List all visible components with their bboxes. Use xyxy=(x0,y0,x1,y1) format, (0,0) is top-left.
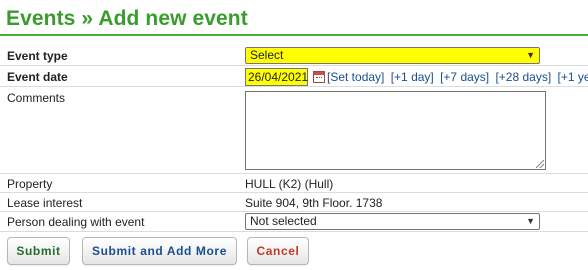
cancel-button[interactable]: Cancel xyxy=(247,237,309,265)
event-date-label: Event date xyxy=(7,70,68,84)
event-date-input[interactable]: 26/04/2021 xyxy=(245,68,308,86)
property-row: Property HULL (K2) (Hull) xyxy=(0,174,588,193)
plus-7-days-link[interactable]: [+7 days] xyxy=(440,70,489,84)
property-label: Property xyxy=(7,177,53,191)
lease-interest-row: Lease interest Suite 904, 9th Floor. 173… xyxy=(0,193,588,212)
property-value: HULL (K2) (Hull) xyxy=(245,177,334,191)
lease-interest-value: Suite 904, 9th Floor. 1738 xyxy=(245,196,383,210)
event-type-select[interactable]: Select ▼ xyxy=(245,47,540,64)
person-value: Not selected xyxy=(250,214,317,228)
chevron-down-icon: ▼ xyxy=(526,50,535,60)
event-type-value: Select xyxy=(250,48,284,62)
event-type-row: Event type Select ▼ xyxy=(0,45,588,66)
comments-label: Comments xyxy=(7,91,66,105)
calendar-icon[interactable] xyxy=(313,71,325,83)
resize-grip-icon[interactable] xyxy=(536,160,544,168)
submit-button[interactable]: Submit xyxy=(7,237,70,265)
add-event-page: Events » Add new event Event type Select… xyxy=(0,0,588,270)
plus-1-year-link[interactable]: [+1 year] xyxy=(558,70,588,84)
comments-textarea[interactable] xyxy=(245,91,546,170)
plus-1-day-link[interactable]: [+1 day] xyxy=(391,70,434,84)
title-divider xyxy=(0,34,588,36)
submit-and-add-more-button[interactable]: Submit and Add More xyxy=(82,237,237,265)
date-shortcut-links: [Set today] [+1 day] [+7 days] [+28 days… xyxy=(327,70,588,84)
page-title: Events » Add new event xyxy=(6,7,248,30)
person-label: Person dealing with event xyxy=(7,215,145,229)
person-row: Person dealing with event Not selected ▼ xyxy=(0,212,588,232)
set-today-link[interactable]: [Set today] xyxy=(327,70,384,84)
event-date-row: Event date 26/04/2021 [Set today] [+1 da… xyxy=(0,66,588,87)
lease-interest-label: Lease interest xyxy=(7,196,83,210)
event-type-label: Event type xyxy=(7,49,68,63)
plus-28-days-link[interactable]: [+28 days] xyxy=(495,70,551,84)
person-select[interactable]: Not selected ▼ xyxy=(245,213,540,230)
chevron-down-icon: ▼ xyxy=(526,216,535,226)
